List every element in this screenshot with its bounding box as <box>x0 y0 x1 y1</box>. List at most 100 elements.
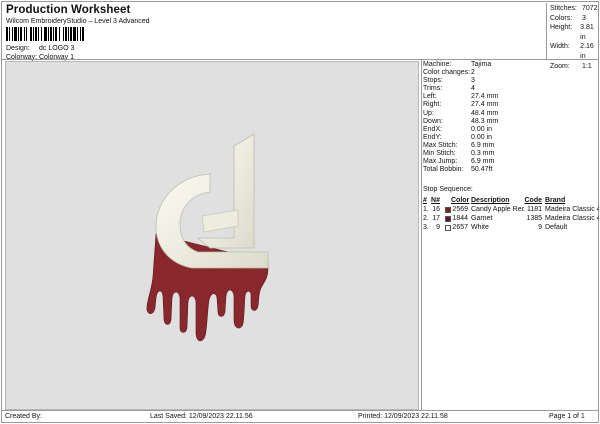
machine-info-row: Min Stitch: 0.3 mm <box>423 150 498 158</box>
machine-info-row: Right: 27.4 mm <box>423 101 498 109</box>
machine-info-row: Total Bobbin: 50.47ft <box>423 166 498 174</box>
stat-stitches: Stitches: 7072 <box>550 4 600 14</box>
color-code: 2569 <box>452 206 468 213</box>
machine-info-label: EndX: <box>423 125 443 133</box>
machine-info-label: Right: <box>423 101 442 109</box>
machine-info-value: 3 <box>471 77 475 85</box>
needle-number: 16 <box>432 206 440 213</box>
color-swatch <box>440 205 451 214</box>
machine-info-value: 0.00 in <box>471 125 493 133</box>
stitch-info-panel: Machine: Tajima Color changes: 2 Stops: 3 Trim… <box>421 60 599 411</box>
barcode <box>6 27 114 41</box>
machine-info-value: 27.4 mm <box>471 93 499 101</box>
last-saved: Last Saved: 12/09/2023 22.11.56 <box>150 413 253 420</box>
machine-info-value: Tajima <box>471 61 492 68</box>
header-brand: Brand <box>545 197 566 204</box>
color-description: Candy Apple Red <box>471 206 524 213</box>
machine-info-value: 6.9 mm <box>471 141 495 149</box>
stat-height: Height: 3.81 in <box>550 23 600 42</box>
table-row: 3. 9 2657 White 9 Default <box>423 223 599 232</box>
machine-info-label: Total Bobbin: <box>423 166 464 174</box>
thread-brand: Madeira Classic 40 <box>545 206 599 213</box>
header-description: Description <box>471 197 510 204</box>
machine-info-label: Min Stitch: <box>423 150 456 158</box>
stat-label: Stitches: <box>550 5 577 12</box>
table-row: 1. 16 2569 Candy Apple Red 1181 Madeira Class… <box>423 205 599 214</box>
machine-info-row: Machine: Tajima <box>423 61 498 69</box>
machine-info-row: Stops: 3 <box>423 77 498 85</box>
machine-info-label: Max Jump: <box>423 158 458 166</box>
printed-date: Printed: 12/09/2023 22.11.58 <box>358 413 448 420</box>
design-label: Design: <box>6 45 30 52</box>
stat-value: 3 <box>582 14 586 22</box>
needle-number: 9 <box>436 224 440 231</box>
stat-colors: Colors: 3 <box>550 14 600 24</box>
page-number: Page 1 of 1 <box>549 413 585 420</box>
thread-code: 1385 <box>526 215 542 222</box>
machine-info-label: Color changes: <box>423 69 471 77</box>
header-code: Code <box>524 197 543 204</box>
machine-info-row: Max Stitch: 6.9 mm <box>423 142 498 150</box>
machine-info-label: Left: <box>423 93 437 101</box>
stat-value: 7072 <box>582 5 598 12</box>
thread-brand: Madeira Classic 40 <box>545 215 599 222</box>
machine-info-value: 50.47ft <box>471 166 493 174</box>
needle-number: 17 <box>432 215 440 222</box>
footer-divider <box>2 410 598 411</box>
stat-value: 3.81 in <box>580 24 594 41</box>
header-color-swatch <box>440 196 451 205</box>
design-row: Design: dc LOGO 3 <box>6 44 74 53</box>
machine-info-value: 4 <box>471 85 475 93</box>
machine-info-label: Stops: <box>423 77 443 85</box>
design-value: dc LOGO 3 <box>39 45 75 52</box>
created-by: Created By: <box>5 413 42 420</box>
machine-info-row: Max Jump: 6.9 mm <box>423 158 498 166</box>
machine-info-label: Up: <box>423 109 434 117</box>
color-swatch <box>440 223 451 232</box>
stop-table-body: 1. 16 2569 Candy Apple Red 1181 Madeira Class… <box>423 205 599 232</box>
embroidery-design-image <box>146 133 269 342</box>
white-inner-bar <box>201 209 239 233</box>
machine-info-row: Color changes: 2 <box>423 69 498 77</box>
machine-info-row: Trims: 4 <box>423 85 498 93</box>
machine-info-value: 0.00 in <box>471 133 493 141</box>
machine-info-row: EndY: 0.00 in <box>423 134 498 142</box>
stat-label: Height: <box>550 24 573 32</box>
color-description: White <box>471 224 489 231</box>
page-title: Production Worksheet <box>6 4 131 16</box>
stop-sequence-title: Stop Sequence: <box>423 186 473 193</box>
machine-info-label: Machine: <box>423 61 452 68</box>
table-row: 2. 17 1844 Garnet 1385 Madeira Classic 40 <box>423 214 599 223</box>
software-name: Wilcom EmbroideryStudio – Level 3 Advanc… <box>6 18 150 25</box>
machine-info-value: 27.4 mm <box>471 101 499 109</box>
machine-info-label: Down: <box>423 117 443 125</box>
machine-info-value: 48.4 mm <box>471 109 499 117</box>
stat-label: Colors: <box>550 14 573 22</box>
header-needle: N# <box>431 197 440 204</box>
stop-number: 1. <box>423 206 429 213</box>
thread-brand: Default <box>545 224 568 231</box>
machine-info-row: Down: 48.3 mm <box>423 118 498 126</box>
color-swatch <box>440 214 451 223</box>
worksheet: Production Worksheet Wilcom EmbroiderySt… <box>1 1 599 423</box>
machine-info-row: Up: 48.4 mm <box>423 110 498 118</box>
machine-info-value: 2 <box>471 69 475 77</box>
machine-info-label: Trims: <box>423 85 443 93</box>
thread-code: 9 <box>538 224 542 231</box>
stop-number: 2. <box>423 215 429 222</box>
thread-code: 1181 <box>526 206 542 213</box>
machine-info: Machine: Tajima Color changes: 2 Stops: 3 Trim… <box>423 61 498 174</box>
design-preview <box>5 61 419 410</box>
stop-table-header: # N# Color Description Code Brand <box>423 196 599 205</box>
machine-info-row: Left: 27.4 mm <box>423 93 498 101</box>
color-code: 1844 <box>452 215 468 222</box>
design-stats: Stitches: 7072 Colors: 3 Height: 3.81 in Wi… <box>546 3 600 70</box>
header-hash: # <box>423 197 427 204</box>
color-description: Garnet <box>471 215 493 222</box>
machine-info-value: 6.9 mm <box>471 158 495 166</box>
header-color: Color <box>451 197 470 204</box>
machine-info-value: 48.3 mm <box>471 117 499 125</box>
machine-info-label: EndY: <box>423 133 442 141</box>
machine-info-value: 0.3 mm <box>471 150 495 158</box>
machine-info-label: Max Stitch: <box>423 141 458 149</box>
